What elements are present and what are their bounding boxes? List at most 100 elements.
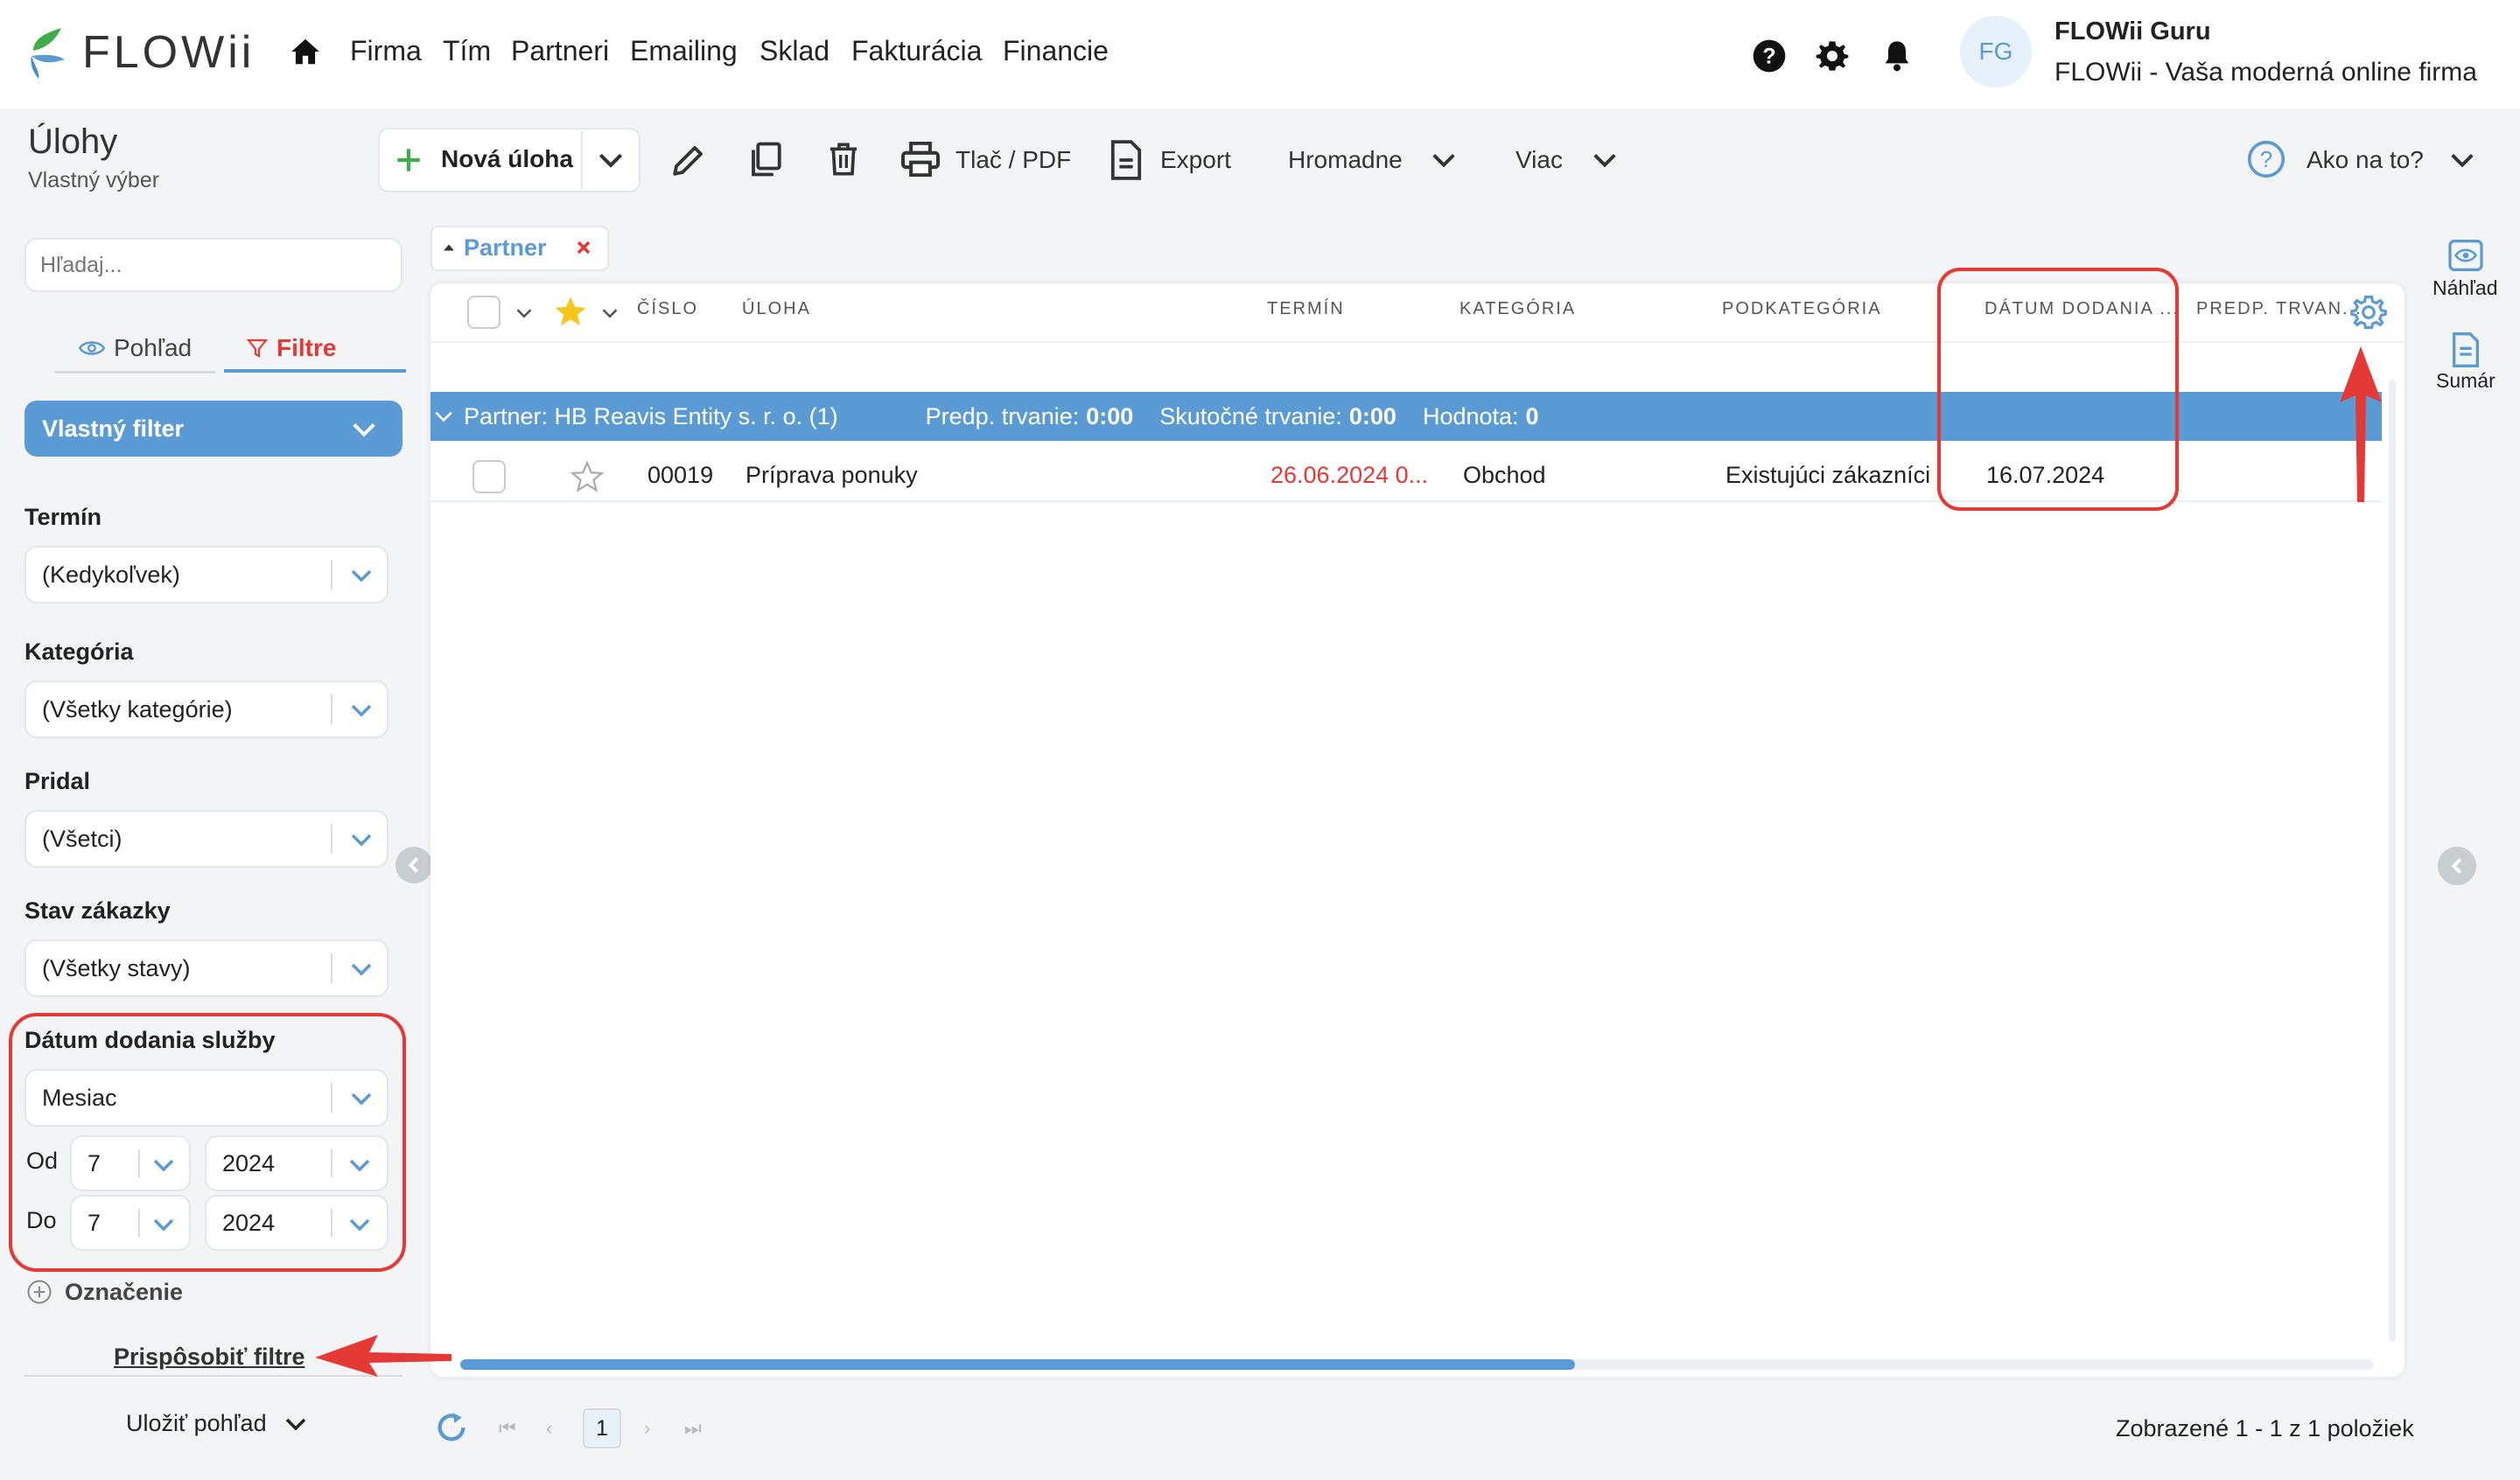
next-page-icon[interactable]: › (644, 1417, 650, 1440)
flowii-logo-icon[interactable] (26, 24, 68, 79)
new-task-button[interactable]: Nová úloha (441, 145, 573, 173)
term-select-value: (Kedykoľvek) (42, 561, 180, 588)
current-page[interactable]: 1 (583, 1408, 621, 1449)
category-select[interactable]: (Všetky kategórie) (24, 681, 388, 738)
custom-filter-dropdown[interactable]: Vlastný filter (24, 401, 402, 457)
group-est-label: Predp. trvanie: (925, 402, 1080, 429)
group-chip-label[interactable]: Partner (464, 234, 547, 262)
summary-button[interactable]: Sumár (2436, 369, 2496, 393)
home-icon[interactable] (289, 35, 322, 68)
row-task[interactable]: Príprava ponuky (746, 462, 918, 489)
col-number[interactable]: ČÍSLO (637, 299, 698, 319)
term-select[interactable]: (Kedykoľvek) (24, 546, 388, 604)
category-filter-label: Kategória (24, 639, 134, 665)
tag-filter-label[interactable]: Označenie (65, 1279, 183, 1306)
custom-filter-label: Vlastný filter (42, 415, 185, 442)
more-button[interactable]: Viac (1516, 128, 1563, 192)
column-settings-gear-icon[interactable] (2350, 294, 2387, 331)
user-avatar[interactable]: FG (1960, 16, 2032, 87)
copy-icon[interactable] (747, 140, 784, 178)
more-chevron-down-icon[interactable] (1592, 152, 1617, 168)
status-filter-label: Stav zákazky (24, 897, 171, 924)
notifications-bell-icon[interactable] (1880, 38, 1914, 73)
divider (331, 560, 332, 590)
export-document-icon[interactable] (1110, 140, 1143, 180)
delivery-period-value: Mesiac (42, 1084, 117, 1111)
group-collapse-chevron-icon[interactable] (434, 410, 453, 422)
sort-up-icon (444, 244, 454, 251)
added-by-select[interactable]: (Všetci) (24, 810, 388, 868)
summary-document-icon[interactable] (2450, 332, 2482, 367)
row-category: Obchod (1463, 462, 1546, 488)
new-task-dropdown-chevron-icon[interactable] (598, 150, 623, 170)
nav-firma[interactable]: Firma (350, 35, 422, 67)
col-estimated-duration[interactable]: PREDP. TRVAN... (2196, 299, 2362, 319)
print-icon[interactable] (901, 142, 940, 177)
nav-fakturacia[interactable]: Fakturácia (851, 35, 982, 67)
tab-view[interactable]: Pohľad (79, 324, 192, 373)
horizontal-scrollbar-thumb[interactable] (460, 1359, 1575, 1370)
status-select[interactable]: (Všetky stavy) (24, 939, 388, 997)
bulk-actions-button[interactable]: Hromadne (1288, 128, 1403, 192)
print-pdf-button[interactable]: Tlač / PDF (956, 128, 1071, 192)
col-term[interactable]: TERMÍN (1267, 299, 1345, 319)
bulk-chevron-down-icon[interactable] (1432, 152, 1456, 168)
last-page-icon[interactable]: ⏭ (684, 1417, 702, 1440)
save-view-chevron-down-icon[interactable] (285, 1417, 306, 1431)
save-view-button[interactable]: Uložiť pohľad (126, 1410, 267, 1437)
select-chevron-down-icon[interactable] (516, 308, 532, 318)
preview-button[interactable]: Náhľad (2432, 276, 2497, 300)
delivery-period-select[interactable]: Mesiac (24, 1069, 388, 1127)
how-to-chevron-down-icon[interactable] (2450, 152, 2474, 168)
star-filled-icon[interactable] (553, 294, 588, 329)
col-category[interactable]: KATEGÓRIA (1460, 299, 1576, 319)
nav-emailing[interactable]: Emailing (630, 35, 738, 67)
refresh-icon[interactable] (434, 1410, 469, 1445)
vertical-scrollbar[interactable] (2389, 380, 2396, 1342)
divider (331, 1083, 332, 1113)
preview-eye-icon[interactable] (2448, 240, 2483, 271)
page-title: Úlohy (28, 122, 118, 161)
from-year-select[interactable]: 2024 (205, 1135, 388, 1191)
chevron-down-icon (153, 1218, 174, 1232)
from-month-select[interactable]: 7 (70, 1135, 191, 1191)
customize-filters-link[interactable]: Prispôsobiť filtre (114, 1344, 304, 1371)
search-input[interactable] (24, 238, 402, 292)
nav-financie[interactable]: Financie (1003, 35, 1109, 67)
svg-text:?: ? (2260, 148, 2272, 172)
tab-filters[interactable]: Filtre (247, 324, 336, 373)
pager-summary: Zobrazené 1 - 1 z 1 položiek (2116, 1415, 2414, 1442)
collapse-sidebar-button[interactable] (396, 847, 432, 883)
edit-pencil-icon[interactable] (670, 142, 707, 178)
select-all-checkbox[interactable] (467, 296, 500, 329)
tab-view-underline (54, 371, 215, 373)
logo-text[interactable]: FLOWii (82, 26, 255, 79)
star-chevron-down-icon[interactable] (602, 308, 618, 318)
remove-group-close-icon[interactable] (576, 240, 592, 255)
nav-tim[interactable]: Tím (443, 35, 491, 67)
col-task[interactable]: ÚLOHA (742, 299, 811, 319)
group-value-value: 0 (1525, 402, 1539, 429)
nav-sklad[interactable]: Sklad (760, 35, 830, 67)
user-name[interactable]: FLOWii Guru (2054, 17, 2211, 46)
export-button[interactable]: Export (1160, 128, 1231, 192)
star-outline-icon[interactable] (570, 460, 604, 493)
to-year-select[interactable]: 2024 (205, 1195, 388, 1251)
add-circle-icon[interactable] (26, 1279, 52, 1305)
row-checkbox[interactable] (472, 460, 506, 493)
col-subcategory[interactable]: PODKATEGÓRIA (1722, 299, 1882, 319)
help-icon[interactable]: ? (1752, 38, 1787, 73)
help-circle-icon[interactable]: ? (2247, 140, 2286, 178)
how-to-button[interactable]: Ako na to? (2306, 128, 2424, 192)
settings-gear-icon[interactable] (1815, 38, 1850, 73)
chevron-down-icon (349, 1218, 370, 1232)
nav-partneri[interactable]: Partneri (511, 35, 609, 67)
collapse-right-panel-button[interactable] (2438, 847, 2476, 885)
prev-page-icon[interactable]: ‹ (546, 1417, 552, 1440)
divider (138, 1149, 140, 1177)
from-year-value: 2024 (222, 1149, 276, 1176)
delete-trash-icon[interactable] (826, 140, 861, 178)
from-month-value: 7 (88, 1149, 102, 1176)
first-page-icon[interactable]: ⏮ (499, 1417, 516, 1440)
to-month-select[interactable]: 7 (70, 1195, 191, 1251)
